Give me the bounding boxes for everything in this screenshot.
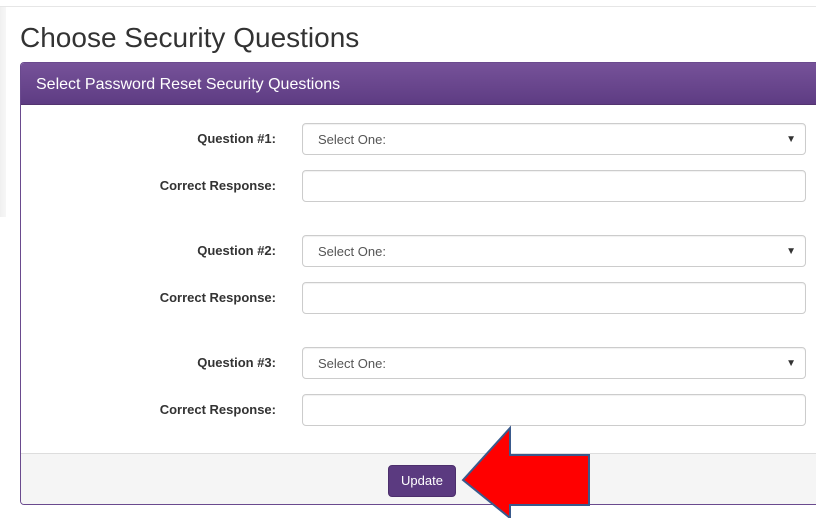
question-3-select[interactable]: Select One: ▼ xyxy=(302,347,806,379)
chevron-down-icon: ▼ xyxy=(786,358,796,369)
panel-footer: Update xyxy=(21,453,816,504)
response-3-input[interactable] xyxy=(302,394,806,426)
question-2-select[interactable]: Select One: ▼ xyxy=(302,235,806,267)
response-3-label: Correct Response: xyxy=(159,402,276,417)
chevron-down-icon: ▼ xyxy=(786,246,796,257)
panel-title: Select Password Reset Security Questions xyxy=(36,76,341,93)
question-2-label: Question #2: xyxy=(197,243,276,258)
response-1-label: Correct Response: xyxy=(159,178,276,193)
panel-header: Select Password Reset Security Questions xyxy=(21,63,816,105)
question-3-label: Question #3: xyxy=(197,355,276,370)
page: Choose Security Questions Select Passwor… xyxy=(0,0,816,518)
page-title: Choose Security Questions xyxy=(20,22,360,53)
response-2-input[interactable] xyxy=(302,282,806,314)
red-arrow-icon xyxy=(461,425,590,518)
question-1-selected-value: Select One: xyxy=(318,132,386,147)
question-3-selected-value: Select One: xyxy=(318,356,386,371)
question-1-select[interactable]: Select One: ▼ xyxy=(302,123,806,155)
top-divider xyxy=(0,6,816,7)
left-sidebar-edge xyxy=(0,7,6,217)
chevron-down-icon: ▼ xyxy=(786,134,796,145)
response-2-label: Correct Response: xyxy=(159,290,276,305)
question-1-label: Question #1: xyxy=(197,131,276,146)
response-1-input[interactable] xyxy=(302,170,806,202)
update-button[interactable]: Update xyxy=(388,465,456,497)
question-2-selected-value: Select One: xyxy=(318,244,386,259)
security-questions-panel: Select Password Reset Security Questions… xyxy=(20,62,816,505)
